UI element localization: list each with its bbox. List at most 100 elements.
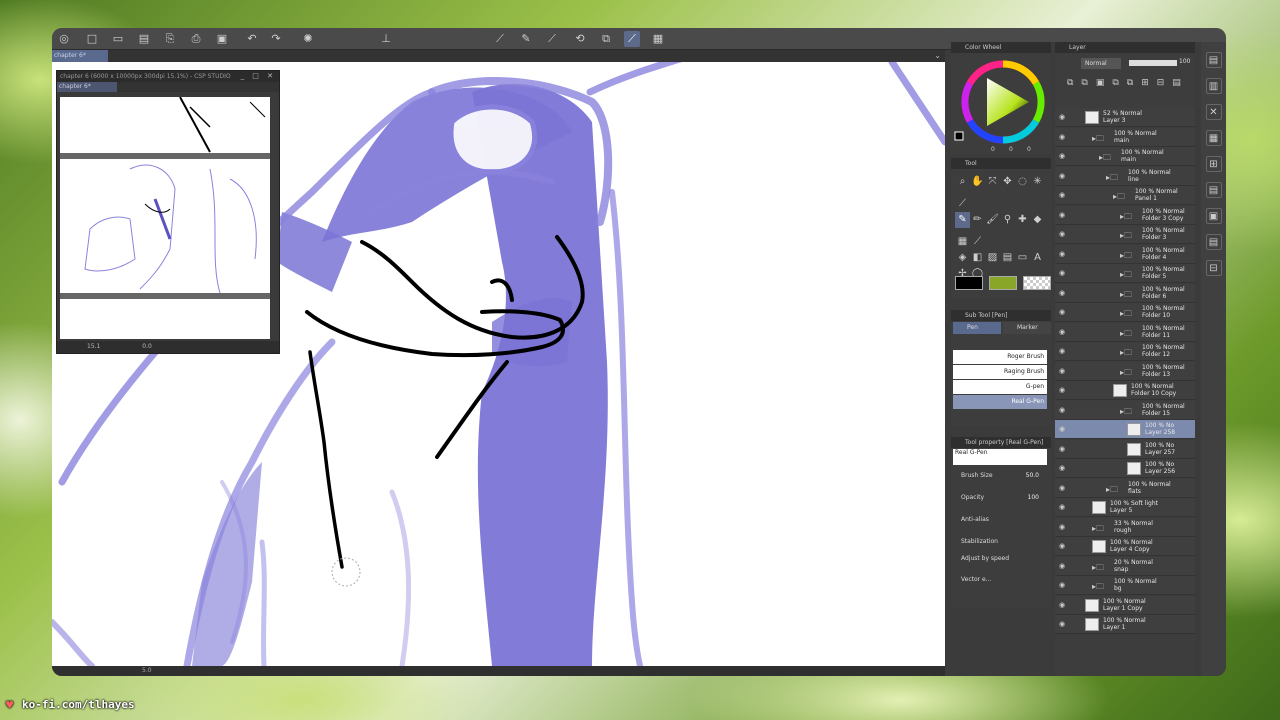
eye-icon[interactable]: ◉ (1059, 620, 1065, 628)
layer-row[interactable]: ◉ ▸🗀 100 % Normal main (1055, 127, 1195, 147)
stabilization-row[interactable]: Stabilization (961, 535, 1047, 549)
ruler-icon[interactable]: ⟲ (572, 31, 588, 47)
eye-icon[interactable]: ◉ (1059, 172, 1065, 180)
panel-toggle-2-icon[interactable]: ▥ (1205, 78, 1222, 94)
panel-toggle-icon[interactable]: ▦ (650, 31, 666, 47)
eye-icon[interactable]: ◉ (1059, 484, 1065, 492)
eye-icon[interactable]: ◉ (1059, 581, 1065, 589)
brush-tool-icon[interactable]: 🖌 (985, 212, 1000, 228)
document-tab[interactable]: chapter 6* (52, 50, 108, 62)
settings-icon[interactable]: ▣ (214, 31, 230, 47)
layer-row[interactable]: ◉ ▸🗀 100 % Normal Folder 5 (1055, 264, 1195, 283)
folder-icon[interactable]: ▸🗀 (1092, 523, 1104, 537)
eye-icon[interactable]: ◉ (1059, 386, 1065, 394)
eye-icon[interactable]: ◉ (1059, 328, 1065, 336)
layer-row[interactable]: ◉ ▸🗀 100 % Normal main (1055, 147, 1195, 166)
panel-toggle-8-icon[interactable]: ▤ (1205, 234, 1222, 250)
sub-color-swatch[interactable] (989, 276, 1017, 290)
brush-gpen[interactable]: G-pen (953, 380, 1047, 394)
eye-icon[interactable]: ◉ (1059, 289, 1065, 297)
folder-icon[interactable]: ▸🗀 (1120, 250, 1132, 264)
panel-toggle-4-icon[interactable]: ▦ (1205, 130, 1222, 146)
layer-row[interactable]: ◉ ▸🗀 100 % Normal line (1055, 166, 1195, 186)
antialias-row[interactable]: Anti-alias (961, 513, 1047, 527)
redo-icon[interactable]: ↷ (268, 31, 284, 47)
layer-row[interactable]: ◉ ▸🗀 33 % Normal rough (1055, 517, 1195, 537)
eye-icon[interactable]: ◉ (1059, 308, 1065, 316)
folder-icon[interactable]: ▸🗀 (1092, 133, 1104, 147)
zoom-tool-icon[interactable]: ⌕ (955, 174, 970, 190)
layer-row[interactable]: ◉ ▸🗀 100 % Normal bg (1055, 576, 1195, 595)
brush-real-gpen[interactable]: Real G-Pen (953, 395, 1047, 409)
frame-tool-icon[interactable]: ▤ (1000, 250, 1015, 266)
folder-icon[interactable]: ▸🗀 (1106, 172, 1118, 186)
new-file-icon[interactable]: □ (84, 31, 100, 47)
blend-mode-select[interactable]: Normal (1081, 58, 1121, 69)
folder-icon[interactable]: ▸🗀 (1099, 152, 1111, 166)
eye-icon[interactable]: ◉ (1059, 406, 1065, 414)
layer-row[interactable]: ◉ 100 % Normal Layer 1 Copy (1055, 595, 1195, 615)
pen-opacity-icon[interactable]: ⟋ (544, 31, 560, 47)
transparent-color-swatch[interactable] (1023, 276, 1051, 290)
eye-icon[interactable]: ◉ (1059, 230, 1065, 238)
layer-row[interactable]: ◉ ▸🗀 100 % Normal Folder 3 Copy (1055, 205, 1195, 225)
balloon-icon[interactable]: ▭ (1015, 250, 1030, 266)
active-pen-icon[interactable]: ⟋ (624, 31, 640, 47)
panel-toggle-1-icon[interactable]: ▤ (1205, 52, 1222, 68)
decoration-icon[interactable]: ✚ (1015, 212, 1030, 228)
vector-eraser-row[interactable]: Vector e... (961, 573, 1047, 587)
layer-row[interactable]: ◉ ▸🗀 100 % Normal Folder 4 (1055, 244, 1195, 264)
brush-raging[interactable]: Raging Brush (953, 365, 1047, 379)
navigator-zoom[interactable]: 15.1 (87, 343, 100, 350)
layer-row[interactable]: ◉ 100 % No Layer 256 (1055, 459, 1195, 478)
layer-row[interactable]: ◉ ▸🗀 100 % Normal Folder 12 (1055, 342, 1195, 361)
eye-icon[interactable]: ◉ (1059, 133, 1065, 141)
layer-row[interactable]: ◉ ▸🗀 100 % Normal Folder 13 (1055, 361, 1195, 381)
layer-opacity-value[interactable]: 100 (1179, 58, 1190, 65)
eye-icon[interactable]: ◉ (1059, 113, 1065, 121)
panel-toggle-3-icon[interactable]: ✕ (1205, 104, 1222, 120)
lasso-icon[interactable]: ◌ (1015, 174, 1030, 190)
eye-icon[interactable]: ◉ (1059, 542, 1065, 550)
eye-icon[interactable]: ◉ (1059, 425, 1065, 433)
eyedropper-icon[interactable]: ⟋ (955, 196, 970, 212)
folder-icon[interactable]: ▸🗀 (1120, 347, 1132, 361)
navigator-rotation[interactable]: 0.0 (142, 343, 152, 350)
text-tool-icon[interactable]: A (1030, 250, 1045, 266)
folder-icon[interactable]: ▸🗀 (1120, 367, 1132, 381)
folder-icon[interactable]: ▸🗀 (1120, 211, 1132, 225)
folder-icon[interactable]: ▸🗀 (1120, 328, 1132, 342)
layer-row[interactable]: ◉ ▸🗀 100 % Normal Folder 3 (1055, 225, 1195, 244)
layer-row[interactable]: ◉ 100 % Normal Layer 4 Copy (1055, 537, 1195, 556)
layer-row[interactable]: ◉ ▸🗀 100 % Normal Folder 15 (1055, 400, 1195, 420)
layer-row[interactable]: ◉ ▸🗀 100 % Normal Panel 1 (1055, 186, 1195, 205)
select-icon[interactable]: ✺ (300, 31, 316, 47)
folder-icon[interactable]: ▸🗀 (1120, 406, 1132, 420)
brush-roger[interactable]: Roger Brush (953, 350, 1047, 364)
layer-row[interactable]: ◉ 52 % Normal Layer 3 (1055, 108, 1195, 127)
panel-toggle-7-icon[interactable]: ▣ (1205, 208, 1222, 224)
tab-pen[interactable]: Pen (953, 322, 1001, 334)
blend-tool-icon[interactable]: ▦ (955, 234, 970, 250)
eye-icon[interactable]: ◉ (1059, 464, 1065, 472)
hand-tool-icon[interactable]: ✋ (970, 174, 985, 190)
opacity-row[interactable]: Opacity 100 (961, 491, 1047, 505)
layer-ops-icon[interactable]: ⧉ (598, 31, 614, 47)
navigator-preview[interactable] (60, 97, 270, 339)
canvas-zoom[interactable]: 5.0 (142, 667, 152, 674)
layer-row[interactable]: ◉ 100 % No Layer 258 (1055, 420, 1195, 439)
layer-row[interactable]: ◉ 100 % No Layer 257 (1055, 439, 1195, 459)
eye-icon[interactable]: ◉ (1059, 250, 1065, 258)
eye-icon[interactable]: ◉ (1059, 152, 1065, 160)
layer-row[interactable]: ◉ 100 % Normal Folder 10 Copy (1055, 381, 1195, 400)
pencil-tool-icon[interactable]: ✏ (970, 212, 985, 228)
eye-icon[interactable]: ◉ (1059, 347, 1065, 355)
gradient-icon[interactable]: ◧ (970, 250, 985, 266)
figure-tool-icon[interactable]: ▨ (985, 250, 1000, 266)
eye-icon[interactable]: ◉ (1059, 562, 1065, 570)
folder-icon[interactable]: ▸🗀 (1092, 581, 1104, 595)
airbrush-icon[interactable]: ⚲ (1000, 212, 1015, 228)
folder-icon[interactable]: ▸🗀 (1120, 308, 1132, 322)
eye-icon[interactable]: ◉ (1059, 503, 1065, 511)
fill-tool-icon[interactable]: ⟋ (970, 234, 985, 250)
